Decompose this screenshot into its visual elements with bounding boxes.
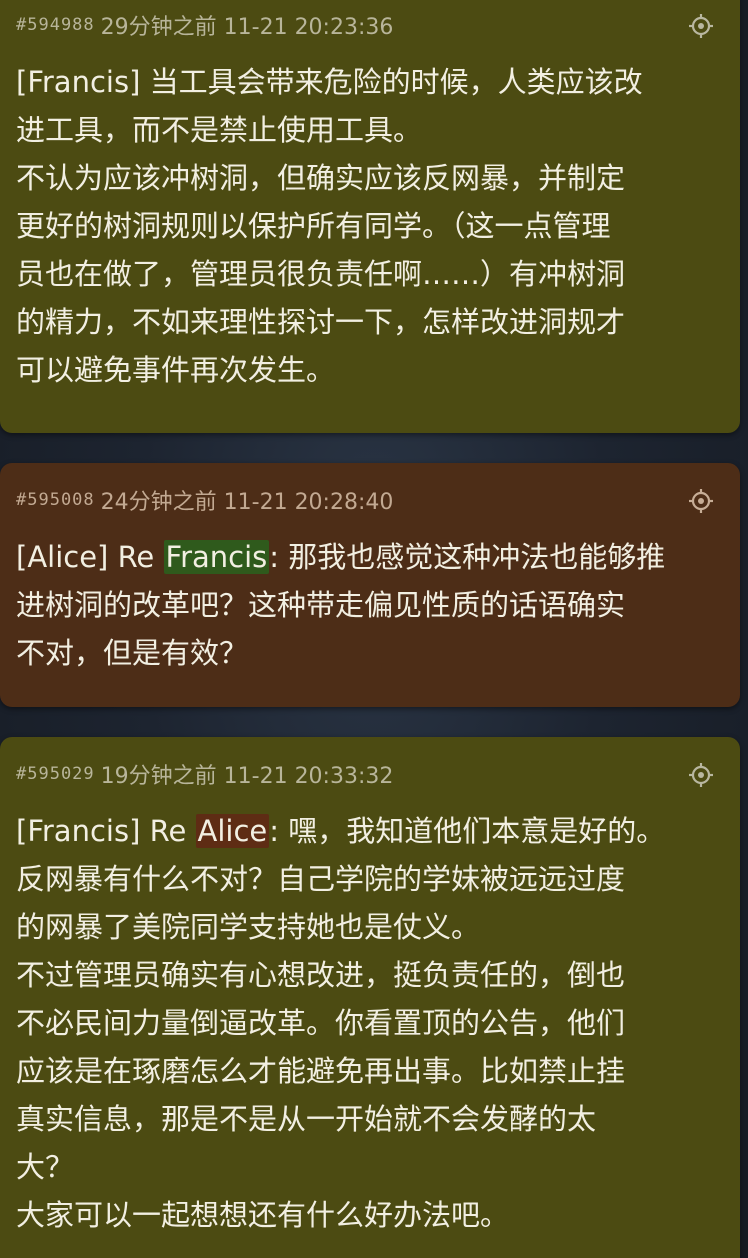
crosshair-icon[interactable] <box>688 488 714 514</box>
post-time: 29分钟之前 11-21 20:23:36 <box>100 15 394 40</box>
post-id[interactable]: #594988 <box>16 15 95 35</box>
post-text: : 嘿，我知道他们本意是好的。 反网暴有什么不对？自己学院的学妹被远远过度 的网… <box>16 814 666 1232</box>
post-card-594988[interactable]: #594988 29分钟之前 11-21 20:23:36 [Francis] … <box>0 0 740 433</box>
post-id[interactable]: #595029 <box>16 764 95 784</box>
post-id[interactable]: #595008 <box>16 490 95 510</box>
post-card-595029[interactable]: #595029 19分钟之前 11-21 20:33:32 [Francis] … <box>0 737 740 1258</box>
post-time: 24分钟之前 11-21 20:28:40 <box>100 490 394 515</box>
crosshair-icon[interactable] <box>688 13 714 39</box>
post-meta: #595029 19分钟之前 11-21 20:33:32 <box>16 759 724 789</box>
post-text: [Francis] 当工具会带来危险的时候，人类应该改 进工具，而不是禁止使用工… <box>16 65 643 387</box>
crosshair-icon[interactable] <box>688 762 714 788</box>
post-content: [Francis] Re Alice: 嘿，我知道他们本意是好的。 反网暴有什么… <box>16 807 724 1239</box>
post-content: [Alice] Re Francis: 那我也感觉这种冲法也能够推 进树洞的改革… <box>16 533 724 677</box>
post-meta: #594988 29分钟之前 11-21 20:23:36 <box>16 10 724 40</box>
post-prefix: [Alice] Re <box>16 540 164 574</box>
post-content: [Francis] 当工具会带来危险的时候，人类应该改 进工具，而不是禁止使用工… <box>16 58 724 394</box>
post-meta: #595008 24分钟之前 11-21 20:28:40 <box>16 485 724 515</box>
post-prefix: [Francis] Re <box>16 814 196 848</box>
reply-mention[interactable]: Alice <box>195 814 270 848</box>
post-time: 19分钟之前 11-21 20:33:32 <box>100 764 394 789</box>
reply-mention[interactable]: Francis <box>163 540 270 574</box>
post-card-595008[interactable]: #595008 24分钟之前 11-21 20:28:40 [Alice] Re… <box>0 463 740 707</box>
